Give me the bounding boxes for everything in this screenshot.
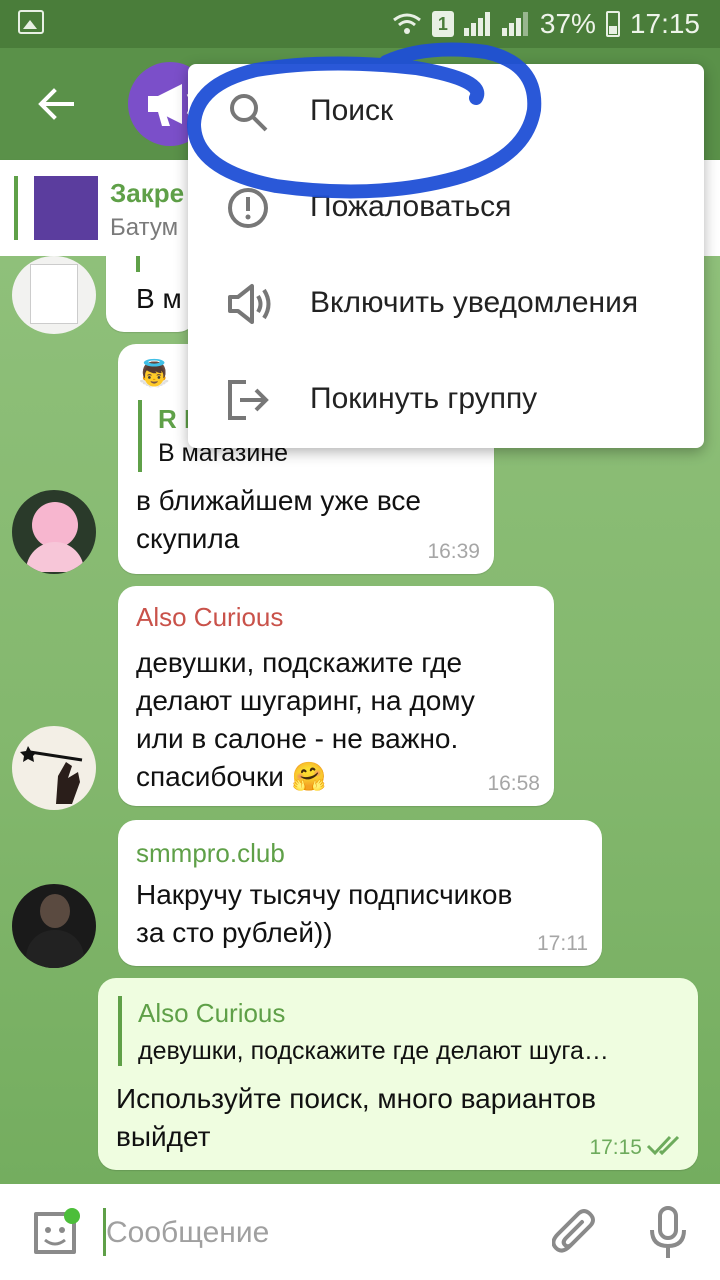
leave-icon [228,380,269,420]
menu-item-unmute[interactable]: Включить уведомления [188,256,704,352]
message-text-line: Накручу тысячу подписчиков [136,879,513,910]
message-text-line: спасибочки 🤗 [136,761,327,792]
menu-item-report[interactable]: Пожаловаться [188,160,704,256]
quote-sender: Also Curious [138,998,286,1028]
quote-bar [136,256,140,272]
pinned-accent-bar [14,176,18,240]
double-check-icon [646,1135,680,1156]
speaker-icon [228,284,271,324]
pinned-subtitle: Батум [110,214,179,241]
message-text-line: за сто рублей)) [136,917,333,948]
signal-icon [463,12,492,36]
report-icon [228,188,268,228]
signal-icon-2 [501,12,530,36]
message-sender: Also Curious [136,602,284,632]
back-arrow-icon[interactable] [36,84,76,124]
wifi-icon [392,13,421,34]
message-bubble[interactable]: Also Curious девушки, подскажите где дел… [118,586,554,806]
status-bar: 1 37% 17:15 [0,0,720,48]
hand-wand-icon [20,746,83,804]
own-message-bubble[interactable]: Also Curious девушки, подскажите где дел… [98,978,698,1170]
message-text-line: или в салоне - не важно. [136,723,459,754]
menu-item-label: Покинуть группу [310,382,538,415]
message-text-line: выйдет [116,1121,211,1152]
message-text-line: делают шугаринг, на дому [136,685,475,716]
sim-slot-badge: 1 [431,11,454,37]
message-text: В м [136,283,182,314]
avatar[interactable] [12,256,96,334]
menu-item-label: Пожаловаться [310,190,512,223]
quote-text: девушки, подскажите где делают шуга… [138,1037,609,1065]
microphone-icon[interactable] [648,1206,688,1260]
battery-percent: 37% [539,8,596,39]
message-sender: smmpro.club [136,838,285,868]
sticker-icon[interactable] [30,1208,80,1258]
avatar[interactable] [12,884,96,968]
message-text-line: девушки, подскажите где [136,647,463,678]
pinned-thumbnail [34,176,98,240]
menu-item-search[interactable]: Поиск [188,64,704,160]
pinned-title: Закре [110,178,185,208]
overflow-menu: Поиск Пожаловаться Включить уведомления … [188,64,704,448]
clock: 17:15 [629,8,700,39]
avatar[interactable] [12,490,96,574]
message-input[interactable]: Сообщение [106,1216,269,1250]
menu-item-label: Включить уведомления [310,286,639,319]
quote-bar [118,996,122,1066]
message-text-line: Используйте поиск, много вариантов [116,1083,596,1114]
message-text-line: в ближайшем уже все [136,485,421,516]
message-bubble[interactable]: smmpro.club Накручу тысячу подписчиков з… [118,820,602,966]
attach-icon[interactable] [552,1206,598,1258]
battery-icon [605,11,620,37]
avatar[interactable] [12,726,96,810]
quote-sender: R I [158,404,192,434]
message-bubble[interactable]: В м [106,256,196,332]
message-time: 17:15 [589,1136,642,1159]
status-icons: 1 37% 17:15 [392,6,700,42]
menu-item-label: Поиск [310,94,394,127]
sender-emoji: 👼 [138,358,171,388]
message-text-line: скупила [136,523,240,554]
message-time: 17:11 [537,932,588,955]
search-icon [230,94,268,132]
message-input-bar: Сообщение [0,1184,720,1280]
menu-item-leave[interactable]: Покинуть группу [188,352,704,448]
message-time: 16:39 [427,540,480,563]
gallery-notification-icon [18,10,44,34]
message-time: 16:58 [487,772,540,795]
quote-bar [138,400,142,472]
